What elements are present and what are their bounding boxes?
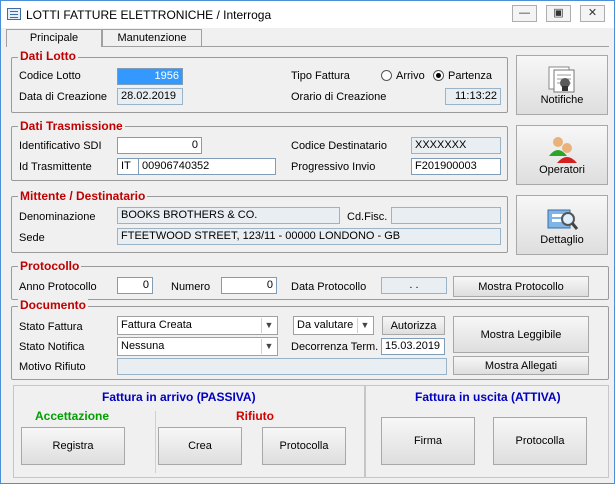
decorrenza-field[interactable]: 15.03.2019 <box>381 338 445 355</box>
passiva-divider <box>155 411 156 473</box>
numero-field[interactable]: 0 <box>221 277 277 294</box>
sede-field[interactable]: FTEETWOOD STREET, 123/11 - 00000 LONDONO… <box>117 228 501 245</box>
anno-protocollo-label: Anno Protocollo <box>19 281 97 293</box>
data-creazione-field[interactable]: 28.02.2019 <box>117 88 183 105</box>
dati-trasmissione-title: Dati Trasmissione <box>18 119 125 133</box>
id-trasmittente-label: Id Trasmittente <box>19 161 92 173</box>
data-creazione-label: Data di Creazione <box>19 91 108 103</box>
firma-button[interactable]: Firma <box>381 417 475 465</box>
radio-arrivo[interactable] <box>381 70 392 81</box>
minimize-icon: — <box>519 7 530 19</box>
id-trasmittente-country-field[interactable]: IT <box>117 158 139 175</box>
motivo-rifiuto-field[interactable] <box>117 358 447 375</box>
chevron-down-icon: ▼ <box>261 339 276 354</box>
orario-field[interactable]: 11:13:22 <box>445 88 501 105</box>
radio-partenza[interactable] <box>433 70 444 81</box>
protocolla-attiva-button[interactable]: Protocolla <box>493 417 587 465</box>
stato-notifica-label: Stato Notifica <box>19 341 85 353</box>
autorizza-button[interactable]: Autorizza <box>382 316 445 335</box>
codice-lotto-label: Codice Lotto <box>19 70 81 82</box>
stato-notifica-select[interactable]: Nessuna ▼ <box>117 337 278 356</box>
denominazione-field[interactable]: BOOKS BROTHERS & CO. <box>117 207 340 224</box>
valutare-value: Da valutare <box>297 319 354 331</box>
close-icon: ✕ <box>587 7 598 19</box>
minimize-button[interactable]: — <box>512 5 537 22</box>
orario-label: Orario di Creazione <box>291 91 387 103</box>
protocolla-passiva-button[interactable]: Protocolla <box>262 427 346 465</box>
dati-lotto-title: Dati Lotto <box>18 49 78 63</box>
notifiche-icon <box>548 66 575 93</box>
decorrenza-label: Decorrenza Term. <box>291 341 379 353</box>
operatori-label: Operatori <box>539 164 585 176</box>
title-bar: LOTTI FATTURE ELETTRONICHE / Interroga —… <box>1 1 614 28</box>
tipo-fattura-label: Tipo Fattura <box>291 70 350 82</box>
main-window: LOTTI FATTURE ELETTRONICHE / Interroga —… <box>0 0 615 484</box>
app-icon <box>7 8 21 20</box>
passiva-title: Fattura in arrivo (PASSIVA) <box>102 390 256 404</box>
documento-title: Documento <box>18 298 88 312</box>
chevron-down-icon: ▼ <box>261 318 276 333</box>
stato-fattura-value: Fattura Creata <box>121 319 192 331</box>
crea-button[interactable]: Crea <box>158 427 242 465</box>
radio-arrivo-label: Arrivo <box>396 70 425 82</box>
codice-lotto-field[interactable]: 1956 <box>117 68 183 85</box>
chevron-down-icon: ▼ <box>357 318 372 333</box>
dettaglio-label: Dettaglio <box>540 234 584 246</box>
valutare-select[interactable]: Da valutare ▼ <box>293 316 374 335</box>
registra-button[interactable]: Registra <box>21 427 125 465</box>
attiva-title: Fattura in uscita (ATTIVA) <box>415 390 561 404</box>
cdfisc-field[interactable] <box>391 207 501 224</box>
mostra-protocollo-button[interactable]: Mostra Protocollo <box>453 276 589 297</box>
codice-destinatario-field[interactable]: XXXXXXX <box>411 137 501 154</box>
radio-partenza-label: Partenza <box>448 70 493 82</box>
denominazione-label: Denominazione <box>19 211 96 223</box>
protocollo-title: Protocollo <box>18 259 82 273</box>
data-protocollo-label: Data Protocollo <box>291 281 367 293</box>
window-title: LOTTI FATTURE ELETTRONICHE / Interroga <box>26 8 272 22</box>
codice-destinatario-label: Codice Destinatario <box>291 140 387 152</box>
progressivo-invio-label: Progressivo Invio <box>291 161 376 173</box>
id-sdi-field[interactable]: 0 <box>117 137 202 154</box>
data-protocollo-field[interactable]: . . <box>381 277 447 294</box>
stato-notifica-value: Nessuna <box>121 340 165 352</box>
close-button[interactable]: ✕ <box>580 5 605 22</box>
notifiche-button[interactable]: Notifiche <box>516 55 608 115</box>
tab-principale[interactable]: Principale <box>6 29 102 47</box>
maximize-icon: ▣ <box>553 7 564 19</box>
dati-lotto-group <box>11 57 508 113</box>
dettaglio-button[interactable]: Dettaglio <box>516 195 608 255</box>
operatori-icon <box>549 137 577 163</box>
accettazione-label: Accettazione <box>35 409 110 423</box>
anno-protocollo-field[interactable]: 0 <box>117 277 153 294</box>
notifiche-label: Notifiche <box>540 94 584 106</box>
motivo-rifiuto-label: Motivo Rifiuto <box>19 361 86 373</box>
stato-fattura-select[interactable]: Fattura Creata ▼ <box>117 316 278 335</box>
numero-label: Numero <box>171 281 211 293</box>
tab-manutenzione[interactable]: Manutenzione <box>102 29 202 47</box>
mostra-leggibile-button[interactable]: Mostra Leggibile <box>453 316 589 353</box>
maximize-button[interactable]: ▣ <box>546 5 571 22</box>
operatori-button[interactable]: Operatori <box>516 125 608 185</box>
cdfisc-label: Cd.Fisc. <box>347 211 388 223</box>
id-sdi-label: Identificativo SDI <box>19 140 102 152</box>
sede-label: Sede <box>19 232 45 244</box>
progressivo-invio-field[interactable]: F201900003 <box>411 158 501 175</box>
dettaglio-icon <box>547 209 579 230</box>
id-trasmittente-code-field[interactable]: 00906740352 <box>138 158 276 175</box>
mostra-allegati-button[interactable]: Mostra Allegati <box>453 356 589 375</box>
stato-fattura-label: Stato Fattura <box>19 321 83 333</box>
rifiuto-label: Rifiuto <box>236 409 274 423</box>
mittente-title: Mittente / Destinatario <box>18 189 148 203</box>
